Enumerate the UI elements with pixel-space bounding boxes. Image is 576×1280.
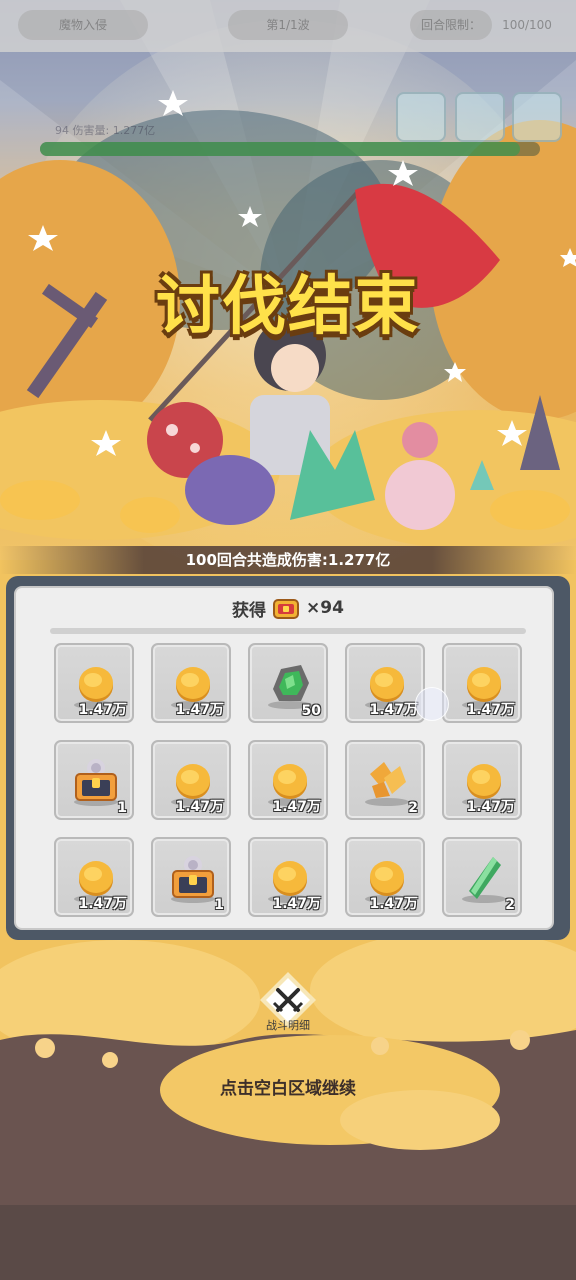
reward-slot[interactable]: 1.47万 [54,837,134,917]
reward-slot[interactable]: 1.47万 [151,643,231,723]
skill-slot-1 [396,92,446,142]
reward-count: 1.47万 [78,896,127,912]
reward-count: 1.47万 [272,799,321,815]
reward-slot[interactable]: 1.47万 [442,643,522,723]
hud-turn-limit-label: 回合限制： [410,10,492,40]
reward-count: 1.47万 [78,702,127,718]
reward-slot[interactable]: 1 [54,740,134,820]
battle-detail-label[interactable]: 战斗明细 [248,1017,328,1033]
reward-slot[interactable]: 1.47万 [442,740,522,820]
obtain-label: 获得 [232,600,267,621]
reward-count: 1.47万 [175,702,224,718]
reward-slot[interactable]: 1.47万 [345,643,425,723]
reward-slot[interactable]: 2 [345,740,425,820]
obtain-divider [50,628,526,634]
reward-count: 1.47万 [369,896,418,912]
reward-slot[interactable]: 1.47万 [54,643,134,723]
obtain-header: 获得 ×94 [0,592,576,624]
battle-hud-bar: 魔物入侵 第1/1波 回合限制： 100/100 [0,0,576,52]
reward-slot[interactable]: 50 [248,643,328,723]
reward-count: 1.47万 [175,799,224,815]
hud-mode-label: 魔物入侵 [18,10,148,40]
reward-slot[interactable]: 1.47万 [151,740,231,820]
obtain-count: ×94 [306,598,344,618]
continue-hint: 点击空白区域继续 [220,1079,356,1099]
chest-token-icon [272,596,300,620]
reward-slot[interactable]: 1.47万 [248,837,328,917]
reward-count: 1 [117,800,127,816]
reward-count: 1.47万 [466,702,515,718]
touch-indicator [415,687,449,721]
reward-count: 2 [505,897,515,913]
skill-slot-2 [455,92,505,142]
boss-hp-bar [40,142,540,156]
reward-slot[interactable]: 2 [442,837,522,917]
damage-summary: 100回合共造成伤害:1.277亿 [0,546,576,574]
hud-turn-limit-value: 100/100 [502,18,552,32]
hud-player-info: 94 伤害量: 1.277亿 [55,124,156,137]
battle-end-title: 讨伐结束 [156,270,420,344]
reward-count: 1.47万 [369,702,418,718]
reward-count: 1.47万 [466,799,515,815]
reward-count: 1 [214,897,224,913]
reward-count: 1.47万 [272,896,321,912]
reward-slot[interactable]: 1.47万 [345,837,425,917]
skill-slot-3 [512,92,562,142]
reward-slot[interactable]: 1 [151,837,231,917]
reward-count: 50 [301,703,321,719]
reward-grid: 1.47万 1.47万 50 1.47万 1.47万 1 1.47万 1.47万 2 1.47万 1… [54,643,524,917]
reward-count: 2 [408,800,418,816]
hud-wave-label: 第1/1波 [228,10,348,40]
reward-slot[interactable]: 1.47万 [248,740,328,820]
